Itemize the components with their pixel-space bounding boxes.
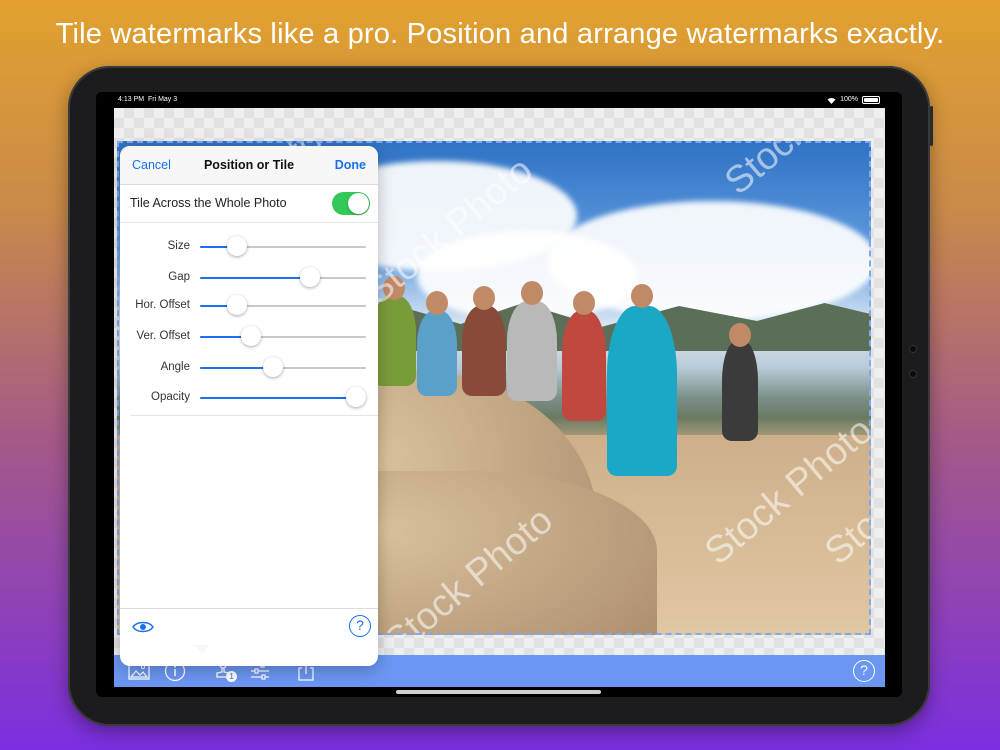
tile-toggle[interactable] bbox=[332, 192, 370, 215]
slider-track[interactable] bbox=[200, 387, 367, 407]
person-head bbox=[729, 323, 751, 347]
slider-row: Ver. Offset bbox=[120, 322, 378, 352]
person bbox=[507, 301, 557, 401]
position-popover: Cancel Position or Tile Done Tile Across… bbox=[120, 146, 378, 666]
toolbar-help-button[interactable]: ? bbox=[853, 660, 875, 682]
home-indicator bbox=[396, 690, 601, 694]
popover-footer: ? bbox=[120, 608, 378, 647]
wifi-icon bbox=[827, 97, 836, 104]
person-head bbox=[573, 291, 595, 315]
camera-icon bbox=[910, 346, 916, 352]
status-time-value: 4:13 PM bbox=[118, 96, 145, 103]
slider-thumb[interactable] bbox=[299, 267, 320, 287]
slider-divider bbox=[130, 415, 378, 416]
slider-label: Angle bbox=[160, 361, 190, 373]
tile-toggle-label: Tile Across the Whole Photo bbox=[130, 196, 287, 210]
slider-row: Hor. Offset bbox=[120, 291, 378, 321]
slider-label: Gap bbox=[168, 271, 190, 283]
slider-thumb[interactable] bbox=[226, 236, 247, 256]
slider-track[interactable] bbox=[200, 295, 366, 315]
slider-row: Size bbox=[120, 232, 378, 262]
person bbox=[607, 306, 677, 476]
slider-track[interactable] bbox=[200, 326, 366, 346]
person bbox=[417, 311, 457, 396]
slider-thumb[interactable] bbox=[226, 295, 247, 315]
slider-row: Gap bbox=[120, 263, 378, 293]
help-button[interactable]: ? bbox=[349, 615, 371, 637]
stamp-badge: 1 bbox=[226, 671, 237, 682]
volume-button bbox=[930, 106, 933, 146]
slider-label: Size bbox=[167, 240, 190, 252]
person bbox=[562, 311, 606, 421]
person bbox=[722, 341, 758, 441]
battery-icon bbox=[862, 96, 880, 104]
sensor-icon bbox=[910, 371, 916, 377]
tile-toggle-row: Tile Across the Whole Photo bbox=[120, 184, 378, 223]
screen: 4:13 PM Fri May 3 100% Stock Photo Stock… bbox=[96, 92, 902, 697]
popover-header: Cancel Position or Tile Done bbox=[120, 146, 378, 185]
person bbox=[372, 296, 416, 386]
status-date: Fri May 3 bbox=[147, 96, 178, 103]
slider-thumb[interactable] bbox=[346, 387, 367, 407]
popover-arrow bbox=[194, 645, 210, 653]
slider-fill bbox=[200, 277, 310, 279]
person-head bbox=[473, 286, 495, 310]
slider-fill bbox=[200, 397, 357, 399]
headline: Tile watermarks like a pro. Position and… bbox=[55, 18, 945, 50]
toolbar-help-label: ? bbox=[853, 660, 875, 682]
person bbox=[462, 306, 506, 396]
slider-label: Ver. Offset bbox=[136, 330, 191, 342]
slider-row: Angle bbox=[120, 353, 378, 383]
person-head bbox=[631, 284, 653, 308]
slider-label: Hor. Offset bbox=[135, 299, 190, 311]
slider-track[interactable] bbox=[200, 267, 366, 287]
status-bar: 4:13 PM Fri May 3 100% bbox=[96, 92, 902, 108]
slider-track[interactable] bbox=[200, 236, 366, 256]
slider-thumb[interactable] bbox=[241, 326, 262, 346]
slider-thumb[interactable] bbox=[263, 357, 284, 377]
status-right: 100% bbox=[827, 92, 880, 108]
toggle-knob bbox=[348, 193, 369, 214]
status-time: 4:13 PM Fri May 3 bbox=[118, 92, 177, 108]
watermark-tile: Stock Photo bbox=[717, 141, 871, 204]
battery-percent: 100% bbox=[840, 96, 858, 103]
eye-icon[interactable] bbox=[132, 619, 154, 640]
slider-track[interactable] bbox=[200, 357, 366, 377]
slider-label: Opacity bbox=[151, 391, 190, 403]
slider-row: Opacity bbox=[120, 383, 378, 413]
person-head bbox=[426, 291, 448, 315]
person-head bbox=[521, 281, 543, 305]
done-button[interactable]: Done bbox=[335, 158, 366, 172]
